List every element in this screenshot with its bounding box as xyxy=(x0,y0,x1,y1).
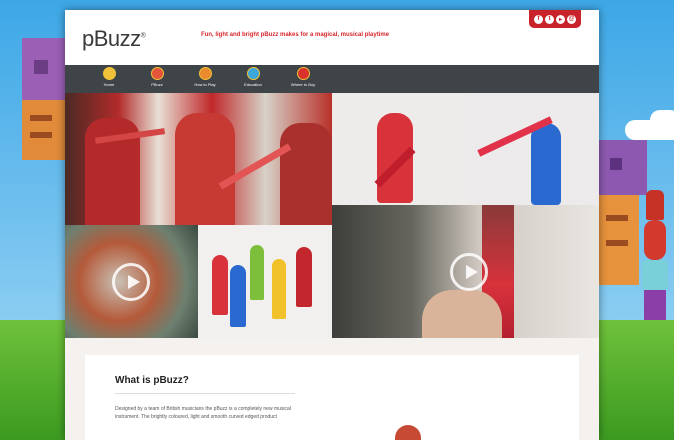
nav-item-pbuzz[interactable]: PBuzz xyxy=(139,67,175,87)
tagline: Fun, light and bright pBuzz makes for a … xyxy=(201,32,390,38)
nav-label: Home xyxy=(103,82,115,87)
nav-label: Where to Buy xyxy=(290,82,316,87)
education-icon xyxy=(246,67,260,80)
photo-group-kids[interactable] xyxy=(198,225,332,338)
email-icon[interactable]: @ xyxy=(567,14,576,24)
youtube-icon[interactable]: ▸ xyxy=(556,14,565,24)
pbuzz-icon xyxy=(150,67,164,80)
website-panel: pBuzz® Fun, light and bright pBuzz makes… xyxy=(65,10,599,440)
main-nav: Home PBuzz How to Play Education Where t… xyxy=(65,65,599,93)
house-left-window xyxy=(34,60,48,74)
child-figure xyxy=(250,245,264,300)
nav-item-education[interactable]: Education xyxy=(235,67,271,87)
play-button[interactable] xyxy=(450,253,488,291)
house-right-stripe xyxy=(606,240,628,246)
hand xyxy=(422,290,502,338)
pbuzz-logo[interactable]: pBuzz® xyxy=(82,26,146,52)
house-right-stripe xyxy=(606,215,628,221)
cloud xyxy=(650,110,674,130)
about-section: What is pBuzz? Designed by a team of Bri… xyxy=(85,355,579,440)
about-title: What is pBuzz? xyxy=(115,375,189,386)
nav-item-home[interactable]: Home xyxy=(91,67,127,87)
child-figure xyxy=(272,259,286,319)
house-right xyxy=(599,140,647,195)
nav-item-how-to-play[interactable]: How to Play xyxy=(187,67,223,87)
child-figure xyxy=(212,255,228,315)
nav-label: Education xyxy=(244,82,262,87)
photo-girl-blue-pbuzz[interactable] xyxy=(465,93,599,205)
media-grid xyxy=(65,93,599,338)
photo-girl-red-pbuzz[interactable] xyxy=(332,93,465,205)
child-figure xyxy=(230,265,246,327)
cartoon-character xyxy=(640,190,670,340)
home-icon xyxy=(102,67,116,80)
twitter-icon[interactable]: t xyxy=(545,14,554,24)
how-to-play-icon xyxy=(198,67,212,80)
child-figure xyxy=(395,425,421,440)
child-figure xyxy=(531,123,561,205)
nav-label: How to Play xyxy=(194,82,216,87)
house-right-window xyxy=(610,158,622,170)
child-figure xyxy=(175,113,235,225)
social-links: f t ▸ @ xyxy=(529,10,581,28)
where-to-buy-icon xyxy=(296,67,310,80)
nav-label: PBuzz xyxy=(151,82,163,87)
site-header: pBuzz® Fun, light and bright pBuzz makes… xyxy=(65,10,599,65)
play-button[interactable] xyxy=(112,263,150,301)
child-figure xyxy=(296,247,312,307)
video-classroom[interactable] xyxy=(65,225,198,338)
house-left-lower xyxy=(22,100,66,160)
about-text: Designed by a team of British musicians … xyxy=(115,406,291,420)
child-figure xyxy=(280,123,332,225)
video-pbuzz-closeup[interactable] xyxy=(332,205,599,338)
divider xyxy=(115,393,295,394)
house-left-stripe xyxy=(30,115,52,121)
photo-kids-classroom[interactable] xyxy=(65,93,332,225)
nav-item-where-to-buy[interactable]: Where to Buy xyxy=(285,67,321,87)
house-left-stripe xyxy=(30,132,52,138)
facebook-icon[interactable]: f xyxy=(534,14,543,24)
